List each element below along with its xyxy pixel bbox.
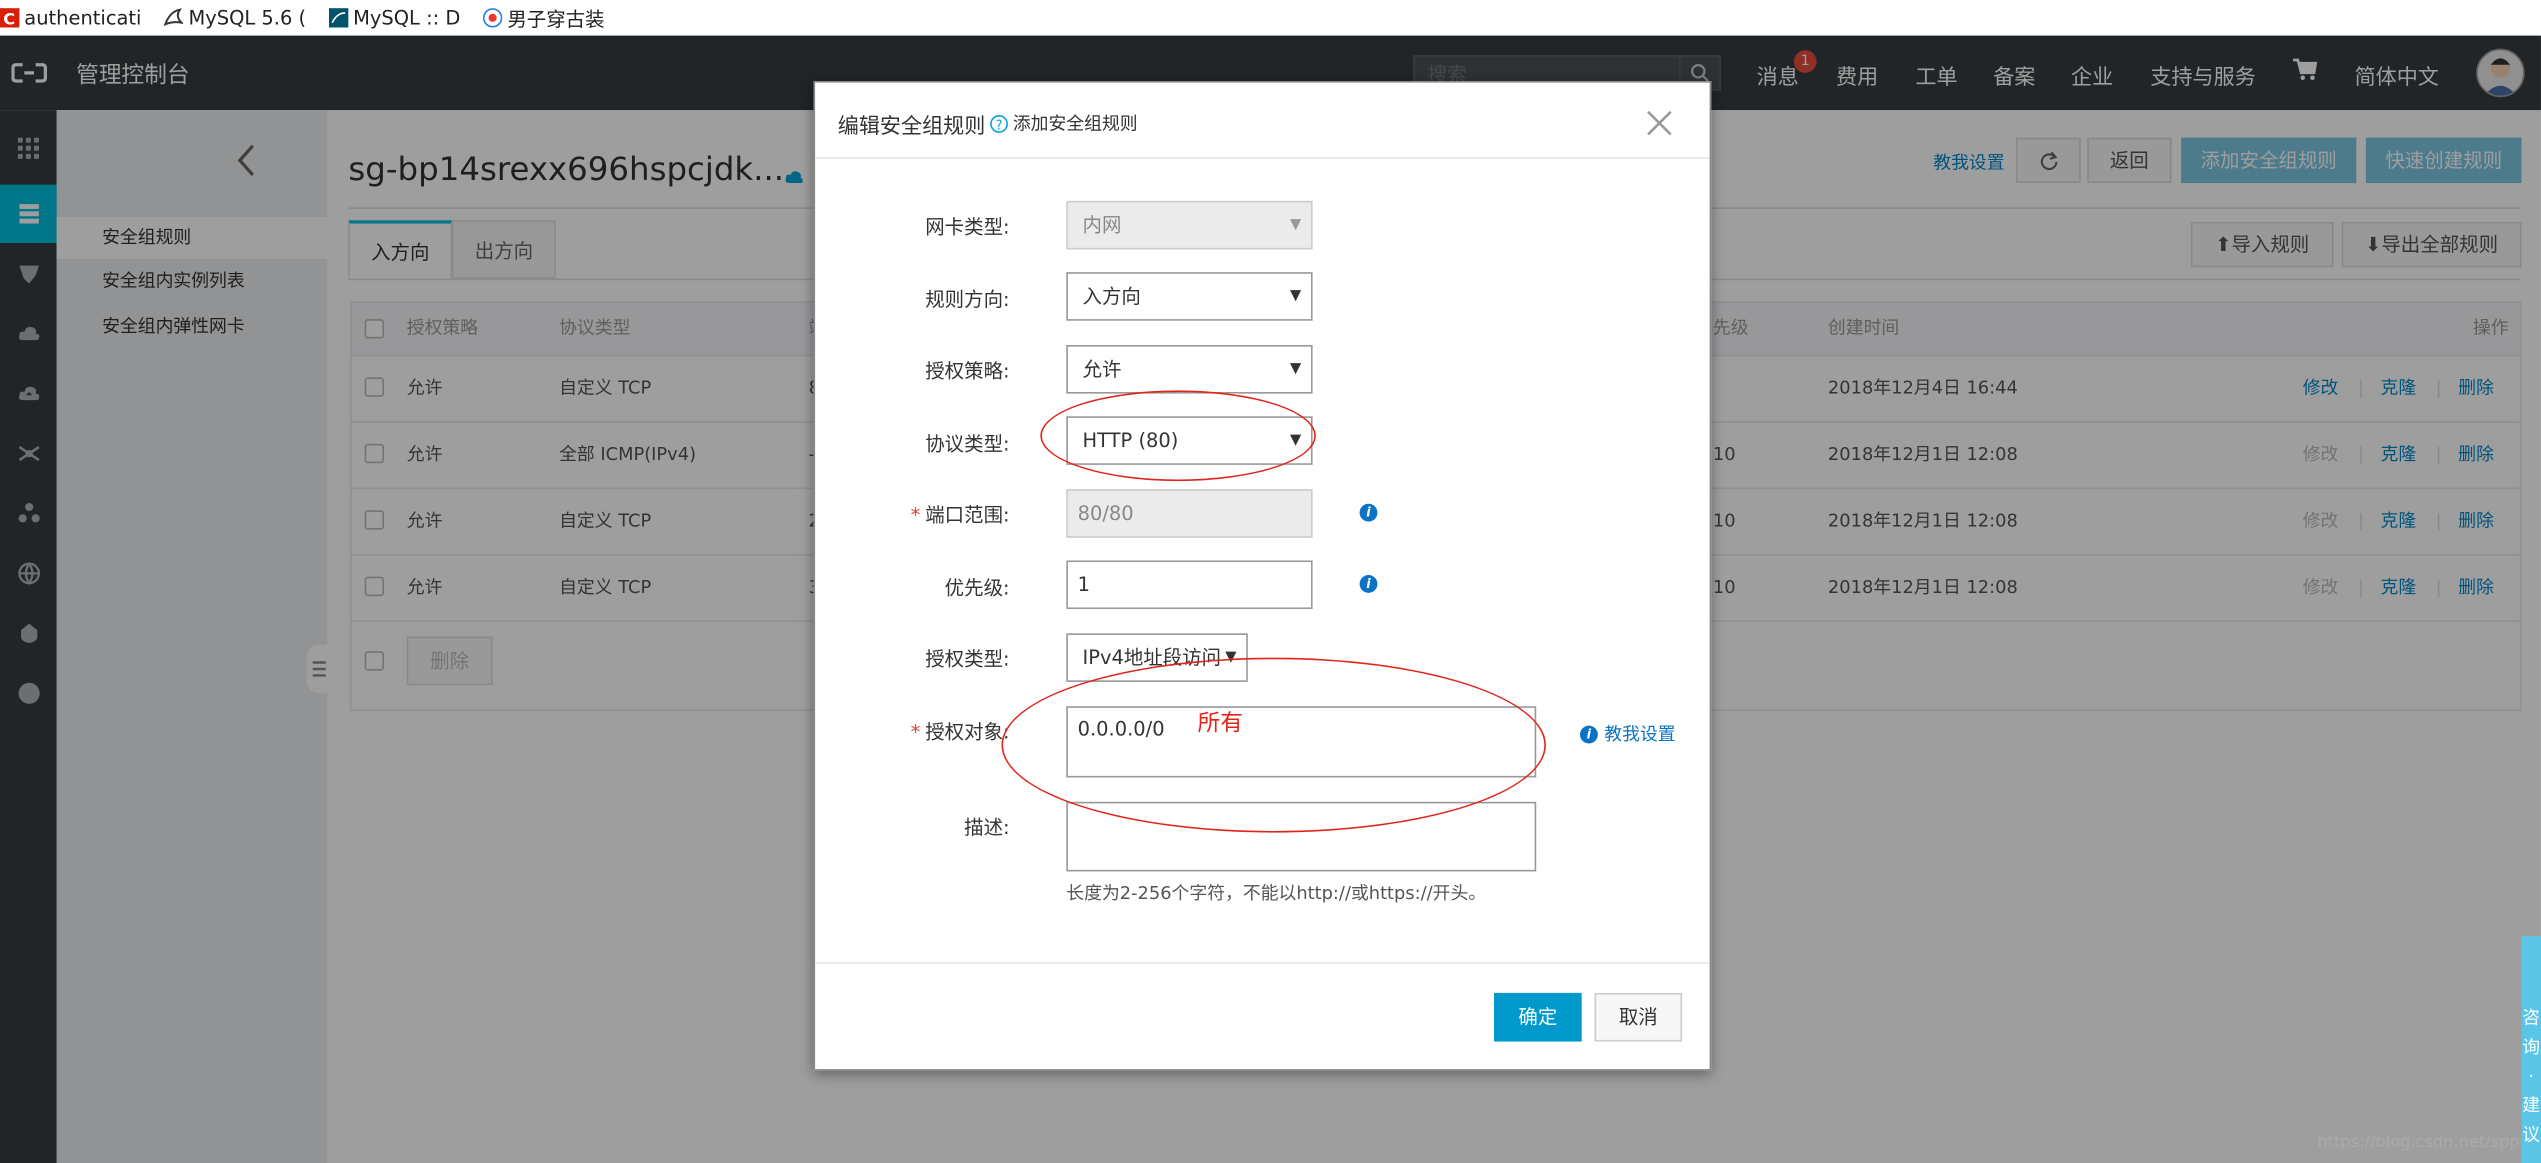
teach-me-label: 教我设置 [1604,724,1676,746]
required-mark: * [910,720,921,744]
port-range-input: 80/80 [1066,489,1313,538]
auth-object-label-text: 授权对象: [925,720,1010,744]
bookmark-item[interactable]: C authenticati [0,6,141,29]
nic-type-label: 网卡类型: [925,215,1010,239]
watermark: https://blog.csdn.net/sppiu_m [2317,1133,2541,1152]
bookmark-label: authenticati [24,6,142,30]
direction-label: 规则方向: [925,288,1010,312]
protocol-label: 协议类型: [925,432,1010,456]
annotation-text: 所有 [1197,711,1243,738]
bookmark-label: MySQL :: D [353,6,461,30]
help-link[interactable]: ? 添加安全组规则 [990,110,1138,136]
auth-policy-label: 授权策略: [925,359,1010,383]
bookmark-item[interactable]: MySQL 5.6 ( [164,6,306,29]
bookmark-item[interactable]: 男子穿古装 [483,4,605,32]
svg-text:C: C [3,9,15,27]
description-hint: 长度为2-256个字符，不能以http://或https://开头。 [1066,882,1487,904]
caret-down-icon: ▼ [1290,217,1302,234]
annotation-ellipse-protocol [1040,390,1316,482]
feedback-side-widget[interactable]: 咨询 · 建议 [2521,936,2541,1163]
priority-label: 优先级: [944,576,1010,600]
info-icon: i [1579,724,1598,743]
teach-me-link[interactable]: i 教我设置 [1579,721,1676,747]
cancel-button[interactable]: 取消 [1594,992,1683,1042]
port-range-label-text: 端口范围: [925,503,1010,527]
description-label: 描述: [964,816,1010,840]
screen: C authenticati MySQL 5.6 ( MySQL :: D 男子… [0,0,2541,1163]
mysql-doc-icon [328,8,349,28]
auth-type-label: 授权类型: [925,647,1010,671]
priority-input[interactable]: 1 [1066,560,1313,610]
caret-down-icon: ▼ [1290,288,1302,305]
baidu-icon [483,8,503,28]
red-c-icon: C [0,8,20,28]
dialog-title: 编辑安全组规则 [837,115,986,140]
dialog-header-divider [815,157,1710,159]
bookmark-label: 男子穿古装 [507,7,605,30]
close-icon[interactable] [1642,105,1678,141]
nic-type-value: 内网 [1082,213,1122,237]
question-icon: ? [990,114,1008,133]
direction-select[interactable]: 入方向 ▼ [1066,272,1313,321]
auth-policy-select[interactable]: 允许 ▼ [1066,345,1313,394]
required-mark: * [910,503,921,527]
dialog-footer-divider [815,962,1710,964]
nic-type-select: 内网 ▼ [1066,200,1313,250]
caret-down-icon: ▼ [1290,361,1302,378]
bookmark-label: MySQL 5.6 ( [188,6,307,30]
port-range-label: * 端口范围: [815,501,1010,529]
confirm-button[interactable]: 确定 [1494,992,1582,1042]
edit-rule-dialog: 编辑安全组规则 ? 添加安全组规则 网卡类型: 内网 ▼ 规则方向: 入方向 ▼… [813,80,1712,1071]
info-icon[interactable]: i [1359,503,1378,522]
bookmarks-bar: C authenticati MySQL 5.6 ( MySQL :: D 男子… [0,0,2541,36]
mysql-dolphin-icon [164,8,185,27]
info-icon[interactable]: i [1359,575,1378,593]
help-link-label: 添加安全组规则 [1012,113,1138,135]
auth-policy-value: 允许 [1082,357,1122,381]
annotation-ellipse-auth-object [1001,657,1546,833]
auth-object-label: * 授权对象: [815,718,1010,746]
bookmark-item[interactable]: MySQL :: D [328,6,461,30]
direction-value: 入方向 [1082,285,1141,308]
side-widget-text: 咨询 · 建议 [2522,1007,2541,1146]
